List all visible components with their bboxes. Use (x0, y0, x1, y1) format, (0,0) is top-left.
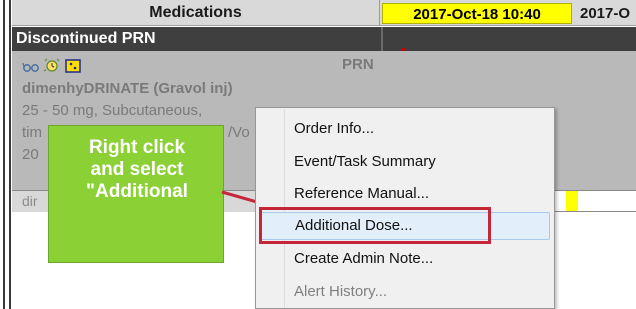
additional-dose-highlight-box (259, 207, 491, 244)
instruction-callout: Right click and select "Additional (48, 125, 224, 263)
medications-column-header[interactable]: Medications (12, 0, 380, 26)
prn-info-icon (65, 59, 81, 73)
current-time-column-marker (566, 191, 578, 211)
menu-item-alert-history: Alert History... (294, 283, 388, 300)
menu-item-event-task-summary[interactable]: Event/Task Summary (260, 148, 550, 176)
section-header-discontinued-prn[interactable]: Discontinued PRN (12, 27, 636, 51)
menu-item-reference-manual[interactable]: Reference Manual... (260, 180, 550, 208)
menu-item-create-admin-note[interactable]: Create Admin Note... (260, 245, 550, 273)
window-left-border (0, 0, 12, 309)
eyeglasses-icon (22, 62, 39, 72)
frequency-partial: tim (22, 124, 42, 141)
callout-line-3: "Additional (86, 181, 188, 202)
callout-line-2: and select (90, 159, 184, 180)
prn-tag: PRN (342, 56, 374, 73)
callout-line-1: Right click (88, 137, 186, 158)
order-icons (22, 57, 82, 75)
menu-item-order-info[interactable]: Order Info... (260, 115, 550, 143)
grid-header-row: Medications 2017-Oct-18 10:40 2017-O (12, 0, 636, 26)
frequency-suffix: /Vo (228, 124, 250, 141)
medication-dose: 25 - 50 mg, Subcutaneous, (22, 102, 203, 119)
section-divider (381, 27, 383, 51)
sun-clock-icon (43, 58, 60, 72)
section-label: Discontinued PRN (16, 30, 156, 47)
medication-name: dimenhyDRINATE (Gravol inj) (22, 80, 233, 97)
time-column-header-current[interactable]: 2017-Oct-18 10:40 (382, 3, 572, 24)
time-column-header-next[interactable]: 2017-O (576, 3, 636, 24)
callout-text: Right click and select "Additional (49, 137, 225, 203)
